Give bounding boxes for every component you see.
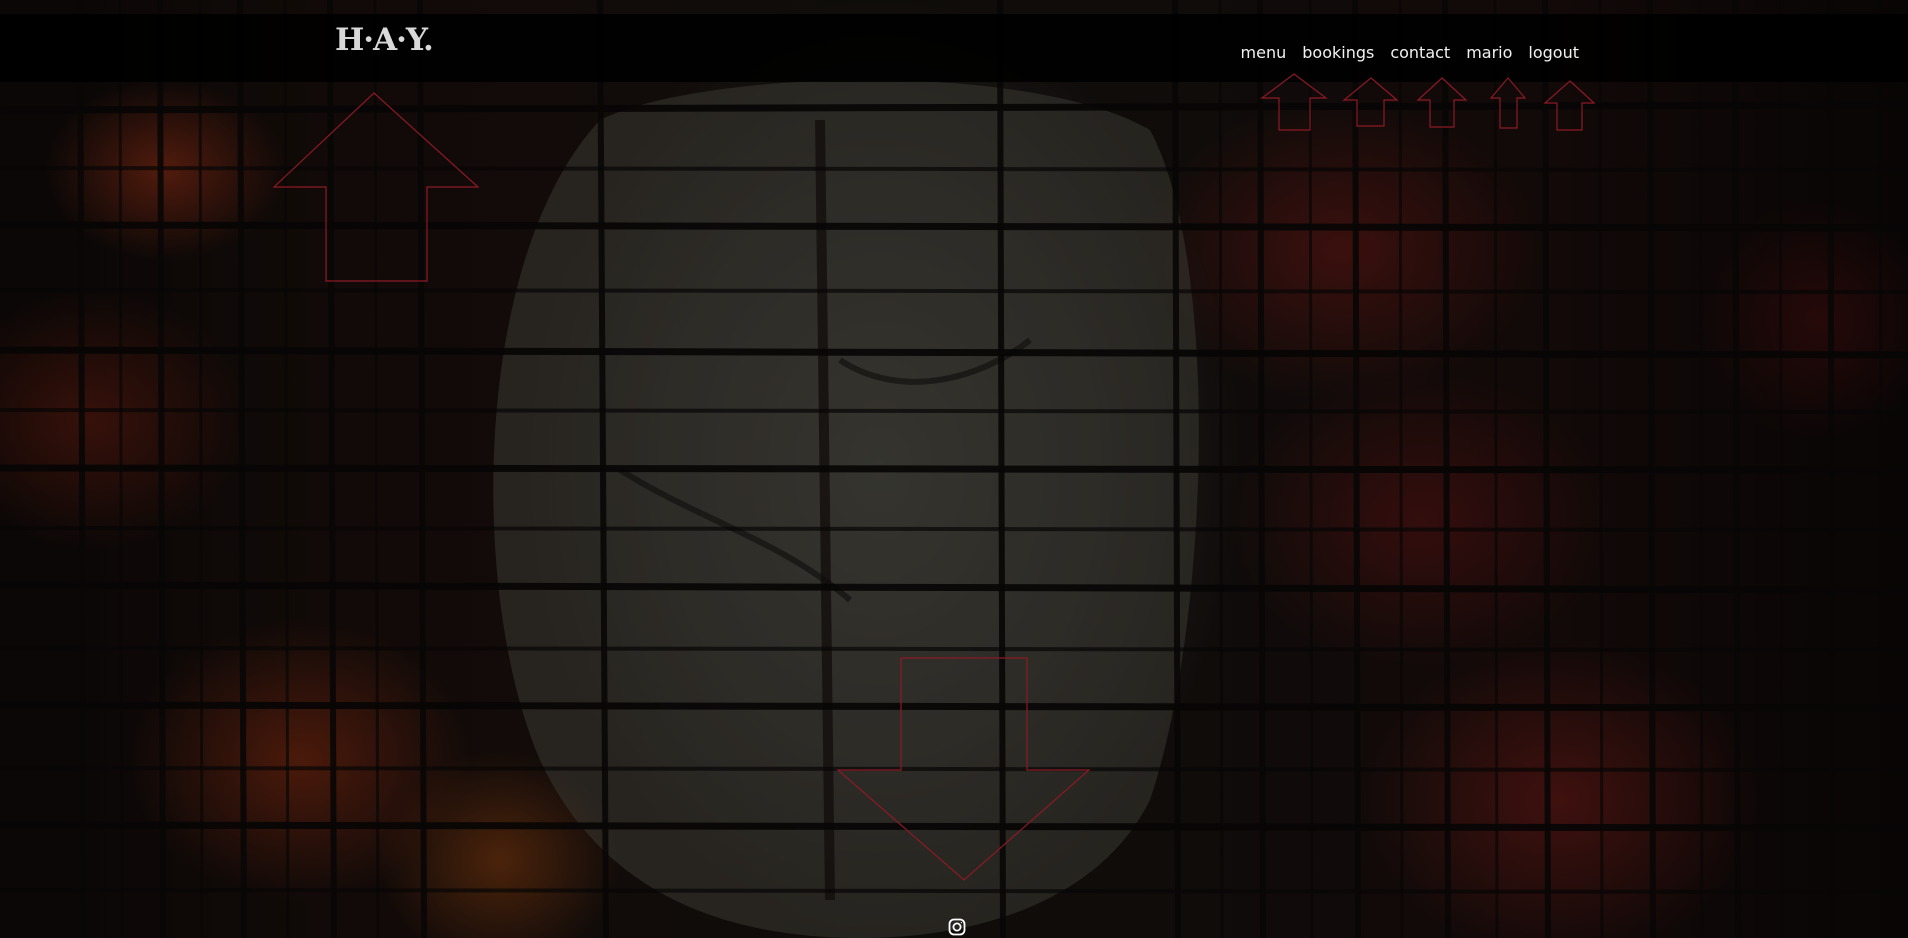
nav-link-bookings[interactable]: bookings	[1294, 43, 1382, 63]
hero-background	[0, 0, 1908, 938]
nav-link-user[interactable]: mario	[1458, 43, 1520, 63]
site-header	[0, 14, 1908, 82]
nav-link-menu[interactable]: menu	[1233, 43, 1295, 63]
site-logo[interactable]: H·A·Y.	[335, 25, 434, 56]
main-nav: menu bookings contact mario logout	[1233, 43, 1587, 63]
background-dim-overlay	[0, 0, 1908, 938]
nav-link-logout[interactable]: logout	[1520, 43, 1587, 63]
nav-link-contact[interactable]: contact	[1382, 43, 1458, 63]
instagram-icon[interactable]	[948, 918, 966, 936]
